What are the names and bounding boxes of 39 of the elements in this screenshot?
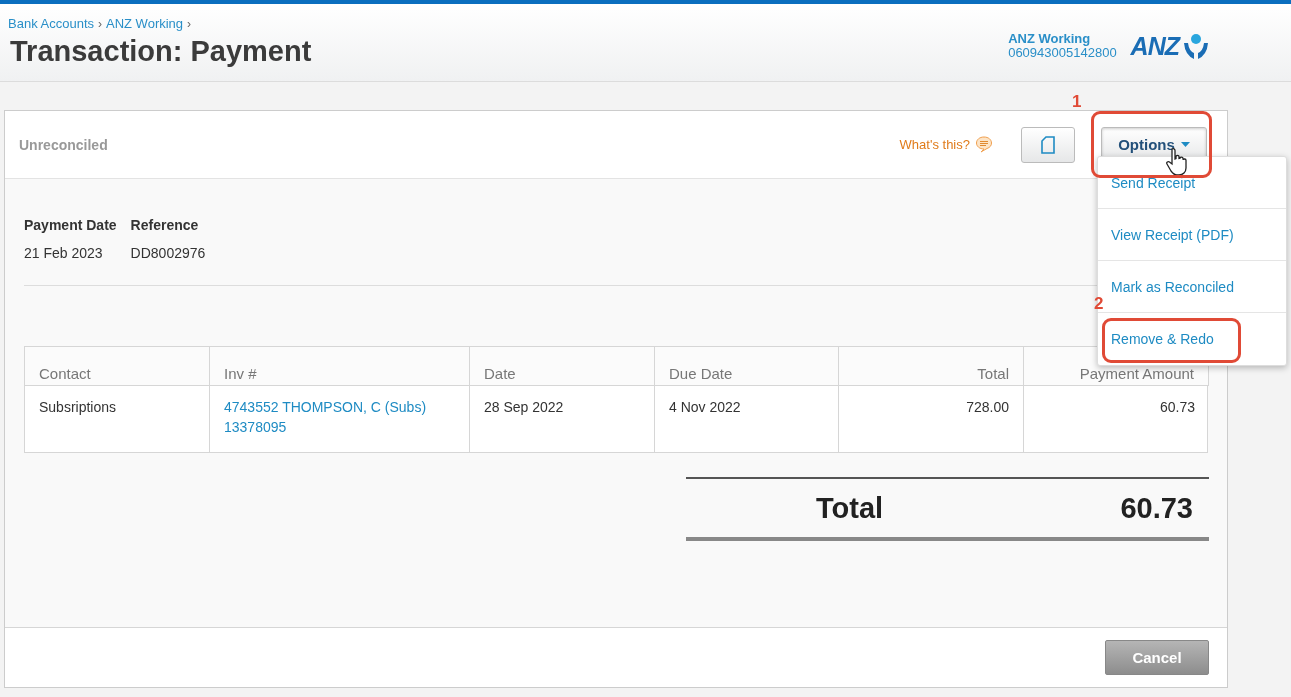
step-number: 2 [1094, 294, 1104, 314]
step-number: 1 [1072, 92, 1082, 112]
account-number: 060943005142800 [1008, 46, 1117, 60]
table-cell-text: 728.00 [966, 398, 1009, 417]
page-title: Transaction: Payment [10, 35, 312, 68]
status-label: Unreconciled [19, 136, 109, 153]
column-header: Inv # [210, 347, 470, 386]
menu-item[interactable]: Remove & Redo [1111, 331, 1214, 347]
menu-item[interactable]: Mark as Reconciled [1111, 278, 1234, 295]
table-cell-text: Subsriptions [39, 398, 117, 417]
column-header: Date [470, 347, 655, 386]
menu-item[interactable]: Send Receipt [1111, 174, 1196, 191]
table-cell-text: 60.73 [1159, 398, 1195, 417]
menu-item[interactable]: View Receipt (PDF) [1111, 226, 1234, 243]
invoice-link[interactable]: 4743552 THOMPSON, C (Subs) 13378095 [224, 397, 427, 452]
document-button[interactable] [1021, 126, 1075, 163]
table-cell-text: 28 Sep 2022 [484, 398, 564, 417]
caret-icon [1180, 142, 1190, 147]
cancel-button[interactable]: Cancel [1105, 640, 1209, 675]
breadcrumb-link[interactable]: ANZ Working [106, 16, 184, 31]
document-icon [1041, 135, 1055, 154]
field-value: 21 Feb 2023 [24, 245, 104, 261]
bank-logo-text: ANZ [1130, 32, 1179, 61]
help-link[interactable]: What's this? [899, 136, 993, 153]
field-label: Reference [130, 217, 200, 233]
account-name: ANZ Working [1008, 32, 1092, 46]
breadcrumb-separator: › [187, 16, 192, 31]
field-label: Payment Date [24, 217, 117, 233]
breadcrumb-separator: › [98, 16, 102, 31]
total-label: Total [816, 491, 885, 525]
field-value: DD8002976 [130, 245, 206, 261]
table-cell-text: 4 Nov 2022 [669, 398, 741, 417]
column-header: Contact [25, 347, 210, 386]
column-header: Due Date [655, 347, 839, 386]
total-value: 60.73 [1120, 491, 1193, 525]
figures-logo-icon [1181, 32, 1211, 61]
breadcrumb-link[interactable]: Bank Accounts [8, 16, 94, 31]
speech-bubble-icon [975, 136, 993, 153]
column-header: Total [839, 347, 1024, 386]
